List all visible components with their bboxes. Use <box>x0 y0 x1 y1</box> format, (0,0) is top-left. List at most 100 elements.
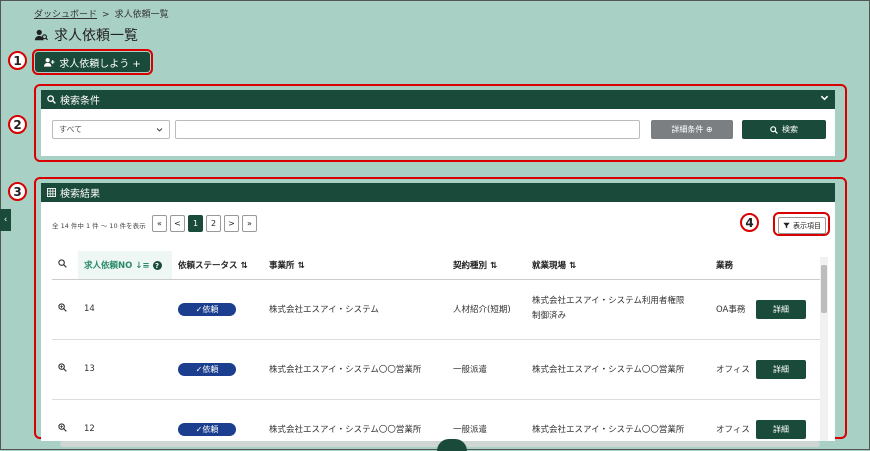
site-line-1: 株式会社エスアイ・システム〇〇営業所 <box>532 365 685 375</box>
request-no-cell: 12 <box>78 399 172 441</box>
column-header-request-no[interactable]: 求人依頼NO ↓≡ ? <box>78 251 172 280</box>
zoom-cell[interactable] <box>52 279 78 340</box>
status-select-value: すべて <box>59 125 83 134</box>
action-cell: 詳細 <box>750 279 820 340</box>
status-select[interactable]: すべて <box>52 120 170 139</box>
column-header-label: 就業現場 <box>532 260 567 271</box>
page-title: 求人依頼一覧 <box>34 25 138 45</box>
pager-prev[interactable]: < <box>170 215 185 232</box>
search-input[interactable] <box>175 120 640 139</box>
office-cell: 株式会社エスアイ・システム〇〇営業所 <box>263 399 447 441</box>
add-user-icon <box>44 58 55 67</box>
action-cell: 詳細 <box>750 399 820 441</box>
work-cell: オフィス <box>710 339 750 400</box>
chevron-left-icon: ‹ <box>3 215 8 225</box>
zoom-cell[interactable] <box>52 339 78 400</box>
column-header-office[interactable]: 事業所 ⇅ <box>263 251 447 280</box>
status-badge: ✓依頼 <box>178 362 236 376</box>
pager-first[interactable]: « <box>152 215 167 232</box>
breadcrumb-current: 求人依頼一覧 <box>114 10 169 20</box>
status-cell: ✓依頼 <box>172 399 263 441</box>
column-header-label: 契約種別 <box>453 260 488 271</box>
zoom-in-icon[interactable] <box>58 363 67 372</box>
office-cell: 株式会社エスアイ・システム <box>263 279 447 340</box>
site-line-2: 制御済み <box>532 311 567 321</box>
contract-cell: 人材紹介(短期) <box>447 279 526 340</box>
column-header-label: 求人依頼NO <box>84 260 133 271</box>
sort-icon: ⇅ <box>297 260 305 271</box>
zoom-cell[interactable] <box>52 399 78 441</box>
site-cell: 株式会社エスアイ・システム〇〇営業所 <box>526 399 710 441</box>
results-panel-header: 検索結果 <box>41 183 835 202</box>
pagination: « < 1 2 > » <box>152 215 257 232</box>
action-cell: 詳細 <box>750 339 820 400</box>
pager-info: 全 14 件中 1 件 ～ 10 件を表示 <box>52 222 146 230</box>
status-badge: ✓依頼 <box>178 422 236 436</box>
zoom-column-header <box>52 251 78 280</box>
column-header-label: 依頼ステータス <box>178 260 238 271</box>
request-job-button-label: 求人依頼しよう + <box>59 58 141 70</box>
pager-page-1[interactable]: 1 <box>188 215 203 232</box>
annotation-marker-2: 2 <box>8 115 27 134</box>
column-header-status[interactable]: 依頼ステータス ⇅ <box>172 251 263 280</box>
site-line-1: 株式会社エスアイ・システム〇〇営業所 <box>532 425 685 435</box>
sort-icon: ⇅ <box>568 260 577 271</box>
zoom-in-icon[interactable] <box>58 423 67 432</box>
search-button[interactable]: 検索 <box>742 120 826 139</box>
status-cell: ✓依頼 <box>172 339 263 400</box>
site-cell: 株式会社エスアイ・システム〇〇営業所 <box>526 339 710 400</box>
search-icon <box>770 125 778 134</box>
site-cell: 株式会社エスアイ・システム利用者権限 制御済み <box>526 279 710 340</box>
search-button-label: 検索 <box>782 125 798 134</box>
action-column-header <box>750 251 820 280</box>
zoom-in-icon <box>58 259 67 268</box>
table-row: 13 ✓依頼 株式会社エスアイ・システム〇〇営業所 一般派遣 株式会社エスアイ・… <box>52 339 820 400</box>
contract-cell: 一般派遣 <box>447 339 526 400</box>
scroll-top-button[interactable] <box>437 439 467 451</box>
detail-conditions-button[interactable]: 詳細条件 ⊕ <box>651 120 733 139</box>
table-icon <box>47 188 56 197</box>
highlight-box-4 <box>773 212 830 236</box>
annotation-marker-1: 1 <box>8 51 27 70</box>
site-line-1: 株式会社エスアイ・システム利用者権限 <box>532 296 685 306</box>
sort-desc-icon: ↓≡ <box>135 260 150 271</box>
help-icon[interactable]: ? <box>152 261 162 271</box>
request-no-cell: 13 <box>78 339 172 400</box>
scrollbar-thumb[interactable] <box>821 265 827 313</box>
search-panel: 検索条件 すべて 詳細条件 ⊕ 検索 <box>41 90 835 156</box>
pager-last[interactable]: » <box>242 215 257 232</box>
search-panel-header[interactable]: 検索条件 <box>41 90 835 109</box>
table-row: 12 ✓依頼 株式会社エスアイ・システム〇〇営業所 一般派遣 株式会社エスアイ・… <box>52 399 820 441</box>
request-job-button[interactable]: 求人依頼しよう + <box>35 52 150 72</box>
work-cell: オフィス <box>710 399 750 441</box>
sort-icon: ⇅ <box>489 260 498 271</box>
breadcrumb-home-link[interactable]: ダッシュボード <box>34 10 97 20</box>
pager-page-2[interactable]: 2 <box>206 215 221 232</box>
user-search-icon <box>34 29 48 41</box>
results-table: 求人依頼NO ↓≡ ? 依頼ステータス ⇅ 事業所 ⇅ 契約種別 ⇅ 就業現場 … <box>52 251 820 441</box>
table-row: 14 ✓依頼 株式会社エスアイ・システム 人材紹介(短期) 株式会社エスアイ・シ… <box>52 279 820 340</box>
vertical-scrollbar[interactable] <box>820 257 828 441</box>
search-icon <box>47 95 56 104</box>
column-header-label: 業務 <box>716 260 734 271</box>
column-header-label: 事業所 <box>269 260 295 271</box>
sort-icon: ⇅ <box>240 260 248 271</box>
detail-button[interactable]: 詳細 <box>756 359 806 379</box>
annotation-marker-3: 3 <box>8 182 27 201</box>
breadcrumb: ダッシュボード > 求人依頼一覧 <box>34 7 169 20</box>
work-cell: OA事務 <box>710 279 750 340</box>
detail-button[interactable]: 詳細 <box>756 419 806 439</box>
column-header-contract[interactable]: 契約種別 ⇅ <box>447 251 526 280</box>
request-no-cell: 14 <box>78 279 172 340</box>
sidebar-toggle[interactable]: ‹ <box>0 209 11 231</box>
column-header-site[interactable]: 就業現場 ⇅ <box>526 251 710 280</box>
results-panel: 検索結果 全 14 件中 1 件 ～ 10 件を表示 « < 1 2 > » 表… <box>41 183 835 441</box>
pager-next[interactable]: > <box>224 215 239 232</box>
chevron-down-icon[interactable] <box>820 93 829 102</box>
breadcrumb-separator: > <box>102 10 110 20</box>
column-header-work[interactable]: 業務 <box>710 251 750 280</box>
detail-button[interactable]: 詳細 <box>756 299 806 319</box>
zoom-in-icon[interactable] <box>58 303 67 312</box>
status-badge: ✓依頼 <box>178 302 236 316</box>
search-panel-title: 検索条件 <box>60 96 100 107</box>
